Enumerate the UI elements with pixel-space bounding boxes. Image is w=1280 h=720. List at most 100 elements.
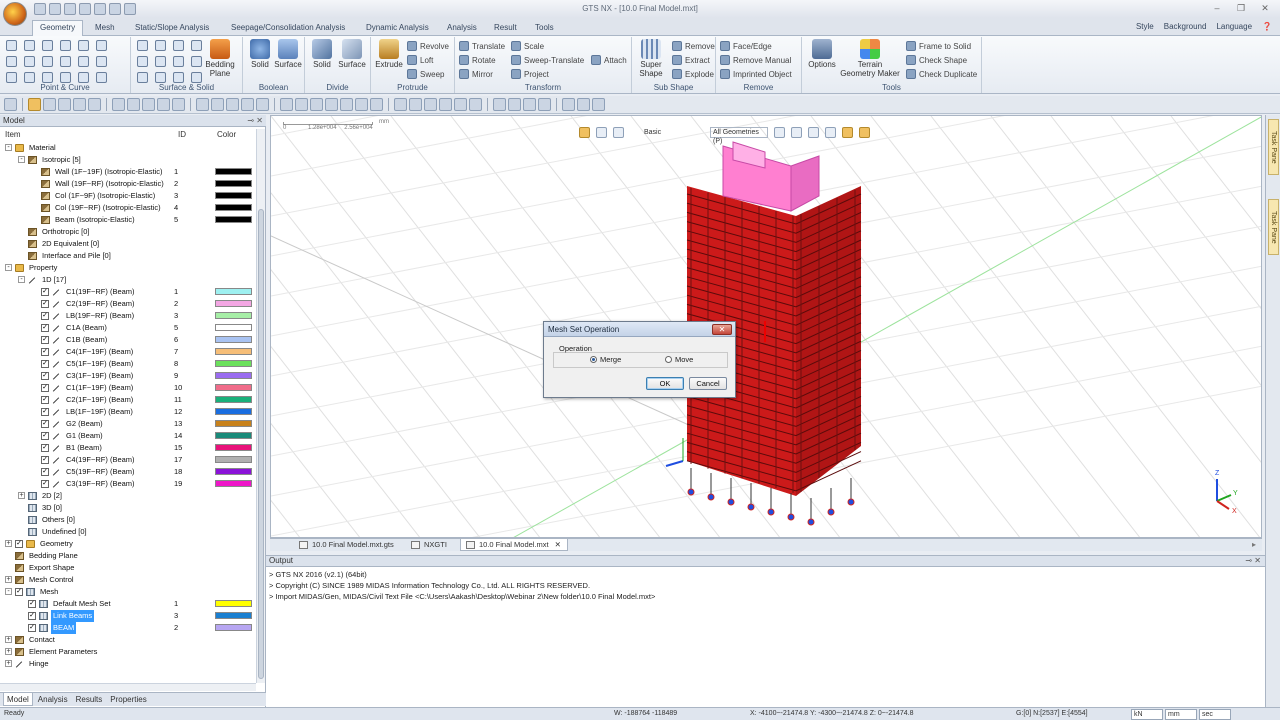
tree-item[interactable]: - Property <box>0 262 256 274</box>
ellipse-icon[interactable] <box>24 72 35 83</box>
tab-mesh[interactable]: Mesh <box>88 21 122 36</box>
visibility-checkbox[interactable]: ✓ <box>41 468 49 476</box>
view-iso-icon[interactable] <box>454 98 467 111</box>
work-plane-icon[interactable] <box>226 98 239 111</box>
grid-icon[interactable] <box>172 98 185 111</box>
color-swatch[interactable] <box>215 396 252 403</box>
zoom-icon[interactable] <box>280 98 293 111</box>
tab-analysis[interactable]: Analysis <box>35 693 71 706</box>
help-icon[interactable]: ❓ <box>1262 22 1272 31</box>
close-tab-icon[interactable]: ✕ <box>555 540 561 549</box>
options-button[interactable]: Options <box>805 39 839 69</box>
expand-icon[interactable]: + <box>5 636 12 643</box>
rotate-button[interactable]: Rotate <box>459 54 496 66</box>
task-pane-tab[interactable]: Task Pane <box>1268 119 1279 175</box>
background-menu[interactable]: Background <box>1164 22 1207 31</box>
pick-mode-icon[interactable] <box>613 126 624 138</box>
pin-icon[interactable]: ⊸ <box>1245 556 1252 565</box>
filter-icon[interactable] <box>43 98 56 111</box>
rotate-view-icon[interactable] <box>325 98 338 111</box>
length-unit-select[interactable]: mm <box>1165 709 1197 720</box>
wire-icon[interactable] <box>42 72 53 83</box>
super-shape-button[interactable]: Super Shape <box>634 39 668 78</box>
perspective-icon[interactable] <box>493 98 506 111</box>
style-menu[interactable]: Style <box>1136 22 1154 31</box>
close-icon[interactable]: ✕ <box>712 324 732 335</box>
color-swatch[interactable] <box>215 336 252 343</box>
tab-static-slope-analysis[interactable]: Static/Slope Analysis <box>128 21 216 36</box>
tab-result[interactable]: Result <box>487 21 524 36</box>
view-back-icon[interactable] <box>469 98 482 111</box>
box-select-icon[interactable] <box>791 126 802 138</box>
sweep-translate-button[interactable]: Sweep-Translate <box>511 54 584 66</box>
visibility-checkbox[interactable]: ✓ <box>28 624 36 632</box>
extend-icon[interactable] <box>78 56 89 67</box>
clipping-icon[interactable] <box>577 98 590 111</box>
fill-icon[interactable] <box>173 72 184 83</box>
tree-item[interactable]: +2D [2] <box>0 490 256 502</box>
visibility-checkbox[interactable]: ✓ <box>41 324 49 332</box>
loft-button[interactable]: Loft <box>407 54 433 66</box>
tree-item[interactable]: ✓ C4(19F~RF) (Beam) 17 <box>0 454 256 466</box>
pin-icon[interactable]: ⊸ <box>247 116 254 125</box>
fillet-icon[interactable] <box>78 40 89 51</box>
rectangle-icon[interactable] <box>6 72 17 83</box>
close-icon[interactable]: ✕ <box>1254 2 1276 15</box>
lock-icon[interactable] <box>28 98 41 111</box>
check-duplicate-button[interactable]: Check Duplicate <box>906 68 977 80</box>
element-icon[interactable] <box>127 98 140 111</box>
grid-icon[interactable] <box>191 72 202 83</box>
tab-seepage-consolidation-analysis[interactable]: Seepage/Consolidation Analysis <box>224 21 352 36</box>
visibility-checkbox[interactable]: ✓ <box>41 336 49 344</box>
display-icon[interactable] <box>88 98 101 111</box>
visibility-checkbox[interactable]: ✓ <box>41 372 49 380</box>
tab-analysis[interactable]: Analysis <box>440 21 484 36</box>
ruler-icon[interactable] <box>256 98 269 111</box>
restore-icon[interactable]: ❐ <box>1230 2 1252 15</box>
project-button[interactable]: Project <box>511 68 549 80</box>
visibility-checkbox[interactable]: ✓ <box>41 300 49 308</box>
tree-item[interactable]: 2D Equivalent [0] <box>0 238 256 250</box>
tree-item[interactable]: ✓ LB(1F~19F) (Beam) 12 <box>0 406 256 418</box>
pick-icon[interactable] <box>241 98 254 111</box>
face-edge-button[interactable]: Face/Edge <box>720 40 772 52</box>
snap-icon[interactable] <box>211 98 224 111</box>
translate-button[interactable]: Translate <box>459 40 505 52</box>
face-icon[interactable] <box>155 72 166 83</box>
tab-properties[interactable]: Properties <box>107 693 149 706</box>
frame-to-solid-button[interactable]: Frame to Solid <box>906 40 971 52</box>
tree-item[interactable]: + Contact <box>0 634 256 646</box>
tree-item[interactable]: ✓ G1 (Beam) 14 <box>0 430 256 442</box>
tree-horizontal-scrollbar[interactable] <box>0 683 256 691</box>
cylinder-icon[interactable] <box>155 40 166 51</box>
view-front-icon[interactable] <box>394 98 407 111</box>
bedding-plane-button[interactable]: Bedding Plane <box>203 39 237 78</box>
visibility-checkbox[interactable]: ✓ <box>41 420 49 428</box>
intersect-icon[interactable] <box>96 40 107 51</box>
zoom-window-icon[interactable] <box>295 98 308 111</box>
redo-view-icon[interactable] <box>370 98 383 111</box>
collapse-icon[interactable]: - <box>5 144 12 151</box>
tree-item[interactable]: Bedding Plane <box>0 550 256 562</box>
node-icon[interactable] <box>112 98 125 111</box>
show-icon[interactable] <box>58 98 71 111</box>
prism-icon[interactable] <box>173 56 184 67</box>
shell-icon[interactable] <box>137 72 148 83</box>
expand-icon[interactable]: + <box>18 492 25 499</box>
view-top-icon[interactable] <box>409 98 422 111</box>
tree-item[interactable]: ✓ C5(19F~RF) (Beam) 18 <box>0 466 256 478</box>
viewport-canvas[interactable] <box>271 116 1262 538</box>
app-logo-icon[interactable] <box>3 2 27 26</box>
visibility-checkbox[interactable]: ✓ <box>41 348 49 356</box>
line-icon[interactable] <box>6 56 17 67</box>
sub-remove-button[interactable]: Remove <box>672 40 715 52</box>
visibility-checkbox[interactable]: ✓ <box>15 540 23 548</box>
tree-item[interactable]: ✓ C1(1F~19F) (Beam) 10 <box>0 382 256 394</box>
expand-icon[interactable]: + <box>5 540 12 547</box>
language-menu[interactable]: Language <box>1216 22 1252 31</box>
spline-icon[interactable] <box>42 56 53 67</box>
scrollbar-thumb[interactable] <box>258 209 264 679</box>
view-mode-label[interactable]: Basic <box>644 129 704 136</box>
tree-item[interactable]: + ✓ Geometry <box>0 538 256 550</box>
dialog-title-bar[interactable]: Mesh Set Operation ✕ <box>544 322 735 337</box>
